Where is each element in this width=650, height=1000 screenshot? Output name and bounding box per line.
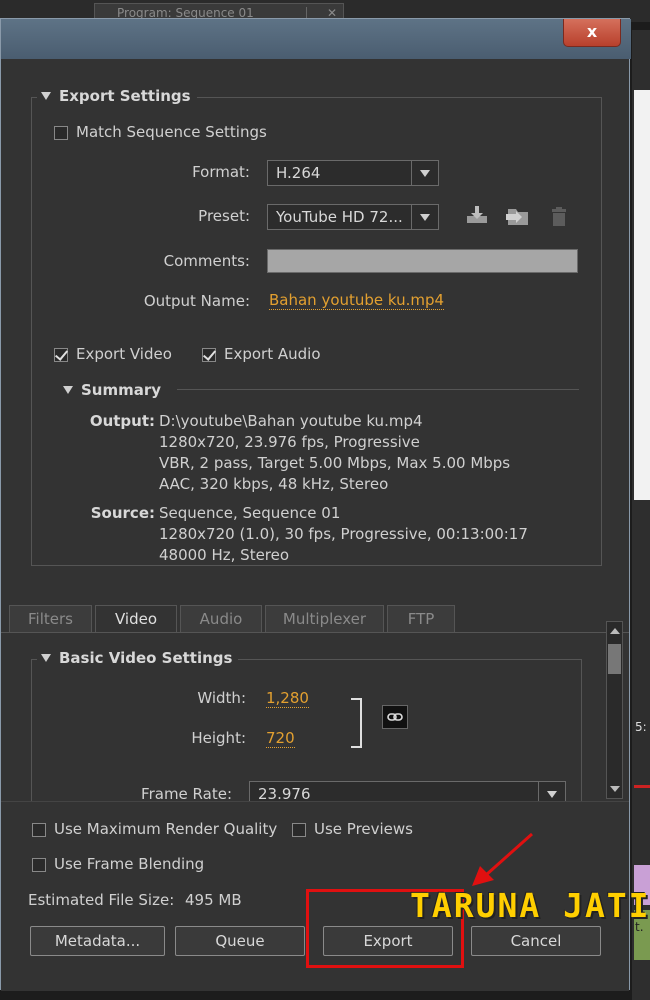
video-settings-panel: Basic Video Settings Width: 1,280 Height… [1,633,601,819]
use-previews-label: Use Previews [314,820,413,838]
export-video-checkbox[interactable] [54,348,68,362]
tab-filters[interactable]: Filters [9,605,92,633]
export-video-label: Export Video [76,345,172,363]
summary-title: Summary [81,381,162,399]
summary-output-line: AAC, 320 kbps, 48 kHz, Stereo [159,475,389,493]
delete-preset-icon[interactable] [550,207,568,227]
summary-output-label: Output: [89,412,155,430]
format-value: H.264 [276,164,321,182]
use-previews-checkbox[interactable] [292,823,306,837]
queue-button[interactable]: Queue [175,926,305,956]
format-label: Format: [192,163,250,181]
export-settings-title: Export Settings [59,87,191,105]
comments-input[interactable] [267,249,578,273]
output-name-link[interactable]: Bahan youtube ku.mp4 [269,291,445,310]
chevron-down-icon [411,205,438,229]
summary-source-line: 1280x720 (1.0), 30 fps, Progressive, 00:… [159,525,528,543]
close-button[interactable]: x [563,19,621,47]
collapse-triangle-icon [41,653,51,662]
match-sequence-checkbox[interactable] [54,126,68,140]
settings-tabs: Filters Video Audio Multiplexer FTP [1,605,629,633]
background-white-area [634,90,650,500]
video-panel-scrollbar[interactable] [606,621,623,799]
export-audio-checkbox[interactable] [202,348,216,362]
scroll-up-icon[interactable] [610,628,620,634]
summary-source-label: Source: [90,504,155,522]
tab-video[interactable]: Video [95,605,177,633]
estimated-file-size-label: Estimated File Size: [28,891,175,909]
link-icon[interactable] [382,705,408,729]
background-red-line [634,785,650,788]
format-select[interactable]: H.264 [267,160,439,186]
width-label: Width: [197,689,246,707]
tab-multiplexer[interactable]: Multiplexer [265,605,384,633]
width-value[interactable]: 1,280 [266,689,309,708]
summary-divider [177,389,579,390]
estimated-file-size-value: 495 MB [185,891,242,909]
basic-video-settings-title: Basic Video Settings [59,649,233,667]
preset-label: Preset: [198,207,250,225]
collapse-triangle-icon [63,385,73,394]
summary-output-line: D:\youtube\Bahan youtube ku.mp4 [159,412,423,430]
cancel-button[interactable]: Cancel [471,926,601,956]
summary-source-line: 48000 Hz, Stereo [159,546,290,564]
chevron-down-icon [411,161,438,185]
title-bar[interactable]: x [1,19,631,59]
save-preset-icon[interactable] [465,205,489,225]
link-bracket [351,698,362,748]
basic-video-settings-header[interactable]: Basic Video Settings [37,649,239,667]
summary-output-line: 1280x720, 23.976 fps, Progressive [159,433,420,451]
max-render-quality-checkbox[interactable] [32,823,46,837]
tab-audio[interactable]: Audio [180,605,262,633]
watermark-text: TARUNA JATI [410,886,650,925]
output-name-label: Output Name: [143,292,250,310]
export-settings-dialog: x Export Settings Match Sequence Setting… [0,18,631,991]
preset-value: YouTube HD 72... [276,208,403,226]
max-render-quality-label: Use Maximum Render Quality [54,820,278,838]
scroll-thumb[interactable] [608,644,621,674]
frame-blending-label: Use Frame Blending [54,855,205,873]
background-right-panel: 5: t. [632,30,650,1000]
summary-header[interactable]: Summary [59,381,168,399]
export-settings-header[interactable]: Export Settings [37,87,197,105]
export-audio-label: Export Audio [224,345,321,363]
collapse-triangle-icon [41,91,51,100]
comments-label: Comments: [163,252,250,270]
scroll-down-icon[interactable] [610,786,620,792]
match-sequence-label: Match Sequence Settings [76,123,267,141]
summary-output-line: VBR, 2 pass, Target 5.00 Mbps, Max 5.00 … [159,454,511,472]
metadata-button[interactable]: Metadata... [30,926,165,956]
tab-ftp[interactable]: FTP [387,605,455,633]
preset-select[interactable]: YouTube HD 72... [267,204,439,230]
frame-blending-checkbox[interactable] [32,858,46,872]
background-fragment: 5: [635,720,647,734]
close-icon: x [586,22,598,41]
import-preset-icon[interactable] [504,205,532,227]
height-value[interactable]: 720 [266,729,295,748]
height-label: Height: [191,729,246,747]
summary-source-line: Sequence, Sequence 01 [159,504,341,522]
